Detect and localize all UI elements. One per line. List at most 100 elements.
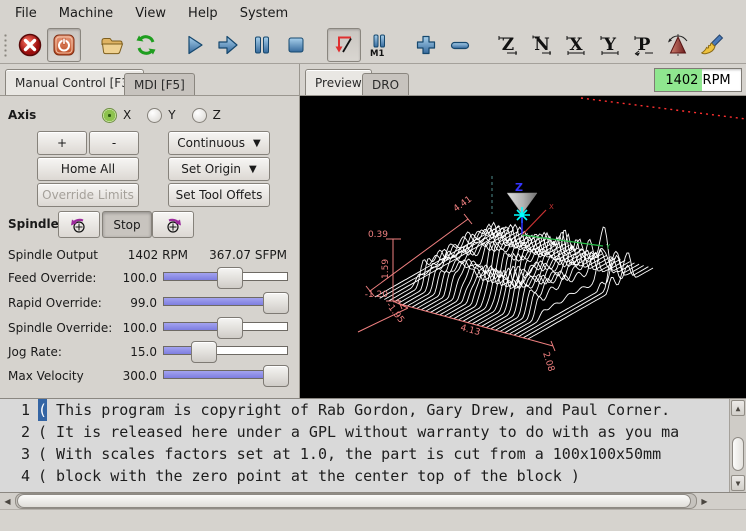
step-button[interactable] (211, 28, 245, 62)
menu-help[interactable]: Help (177, 2, 229, 25)
preview-canvas[interactable]: 0.39 1.59 -1.20 -1.95 4.41 4.13 2.08 Z X (300, 96, 746, 398)
estop-button[interactable] (13, 28, 47, 62)
spindle-rpm-value: 1402 RPM (100, 248, 188, 262)
rapid-override-slider[interactable] (163, 292, 288, 312)
run-program-button[interactable] (177, 28, 211, 62)
tab-manual-control[interactable]: Manual Control [F3] (5, 69, 144, 95)
axis-radio-y[interactable] (147, 108, 162, 123)
dim-y-extent: 4.41 (452, 195, 474, 215)
triangle-right-icon: ▶ (701, 497, 707, 506)
override-limits-button[interactable]: Override Limits (37, 183, 139, 207)
horizontal-scroll-track[interactable] (15, 493, 697, 509)
machine-power-button[interactable] (47, 28, 81, 62)
horizontal-scroll-thumb[interactable] (17, 494, 691, 508)
reload-icon (133, 32, 159, 58)
scroll-down-button[interactable]: ▼ (731, 475, 745, 491)
reload-button[interactable] (129, 28, 163, 62)
menu-machine[interactable]: Machine (48, 2, 124, 25)
optional-pause-toggle[interactable]: M1 (361, 28, 395, 62)
step-arrow-icon (215, 32, 241, 58)
max-velocity-value: 300.0 (112, 369, 157, 383)
gcode-text: ( block with the zero point at the cente… (38, 465, 580, 487)
vertical-scrollbar[interactable]: ▲ ▼ (729, 399, 746, 492)
tab-dro[interactable]: DRO (362, 73, 409, 95)
axis-label: Axis (8, 108, 36, 122)
gcode-listing[interactable]: 1 ( This program is copyright of Rab Gor… (0, 398, 746, 493)
view-z-rotated-button[interactable]: N (525, 28, 559, 62)
line-number: 2 (0, 421, 30, 443)
vertical-scroll-thumb[interactable] (732, 437, 744, 471)
menu-view[interactable]: View (124, 2, 177, 25)
spindle-cw-button[interactable] (152, 211, 194, 238)
view-z-icon: Z (495, 32, 521, 58)
home-all-button[interactable]: Home All (37, 157, 139, 181)
zoom-in-button[interactable] (409, 28, 443, 62)
zoom-out-button[interactable] (443, 28, 477, 62)
rapid-override-value: 99.0 (112, 296, 157, 310)
gcode-text: This program is copyright of Rab Gordon,… (47, 399, 670, 421)
svg-text:N: N (534, 35, 550, 55)
view-z-button[interactable]: Z (491, 28, 525, 62)
jog-plus-button[interactable]: + (37, 131, 87, 155)
jog-rate-slider[interactable] (163, 341, 288, 361)
feed-override-slider[interactable] (163, 267, 288, 287)
set-tool-offsets-button[interactable]: Set Tool Offets (168, 183, 270, 207)
pause-button[interactable] (245, 28, 279, 62)
spindle-stop-button[interactable]: Stop (102, 211, 152, 238)
triangle-up-icon: ▲ (736, 404, 741, 413)
triangle-left-icon: ◀ (4, 497, 10, 506)
scroll-right-button[interactable]: ▶ (697, 494, 712, 508)
axis-radio-z[interactable] (192, 108, 207, 123)
scroll-left-button[interactable]: ◀ (0, 494, 15, 508)
chevron-down-icon: ▼ (253, 138, 261, 149)
main-area: Manual Control [F3] MDI [F5] Axis X Y Z … (0, 64, 746, 398)
spindle-ccw-button[interactable] (58, 211, 100, 238)
status-bar (0, 510, 746, 531)
view-x-button[interactable]: X (559, 28, 593, 62)
left-tabbar: Manual Control [F3] MDI [F5] (0, 64, 299, 96)
spindle-ccw-icon (68, 215, 90, 235)
open-file-button[interactable] (95, 28, 129, 62)
feed-override-value: 100.0 (112, 271, 157, 285)
y-axis-label: Y (605, 243, 611, 251)
axis-radio-x[interactable] (102, 108, 117, 123)
slider-handle[interactable] (217, 317, 243, 339)
dim-z-extent: 1.59 (381, 259, 391, 279)
view-y-icon: Y (597, 32, 623, 58)
jog-minus-button[interactable]: - (89, 131, 139, 155)
clear-plot-button[interactable] (695, 28, 729, 62)
triangle-down-icon: ▼ (736, 479, 741, 488)
view-p-button[interactable]: P (627, 28, 661, 62)
horizontal-scrollbar[interactable]: ◀ ▶ (0, 493, 746, 510)
spindle-sfpm-value: 367.07 SFPM (195, 248, 287, 262)
slider-handle[interactable] (191, 341, 217, 363)
x-axis-label: X (549, 203, 554, 211)
set-origin-button[interactable]: Set Origin▼ (168, 157, 270, 181)
slider-handle[interactable] (217, 267, 243, 289)
view-y-button[interactable]: Y (593, 28, 627, 62)
view-z-rotated-icon: N (529, 32, 555, 58)
gcode-line: 3 ( With scales factors set at 1.0, the … (0, 443, 746, 465)
max-velocity-slider[interactable] (163, 365, 288, 385)
menu-system[interactable]: System (229, 2, 299, 25)
stop-program-button[interactable] (279, 28, 313, 62)
scroll-up-button[interactable]: ▲ (731, 400, 745, 416)
svg-text:Y: Y (603, 35, 617, 55)
jog-rate-value: 15.0 (112, 345, 157, 359)
minus-icon (447, 32, 473, 58)
skip-lines-toggle[interactable] (327, 28, 361, 62)
tab-mdi[interactable]: MDI [F5] (124, 73, 195, 95)
spindle-output-label: Spindle Output (8, 248, 98, 262)
jog-rate-label: Jog Rate: (8, 345, 62, 359)
menu-file[interactable]: File (4, 2, 48, 25)
axis-radio-group: X Y Z (102, 106, 299, 124)
toolbar-gripper[interactable] (2, 32, 9, 58)
gcode-text: ( With scales factors set at 1.0, the pa… (38, 443, 661, 465)
slider-handle[interactable] (263, 292, 289, 314)
spindle-cw-icon (162, 215, 184, 235)
spindle-override-slider[interactable] (163, 317, 288, 337)
rotate-view-button[interactable] (661, 28, 695, 62)
jog-mode-select[interactable]: Continuous▼ (168, 131, 270, 155)
slider-handle[interactable] (263, 365, 289, 387)
folder-open-icon (99, 32, 125, 58)
